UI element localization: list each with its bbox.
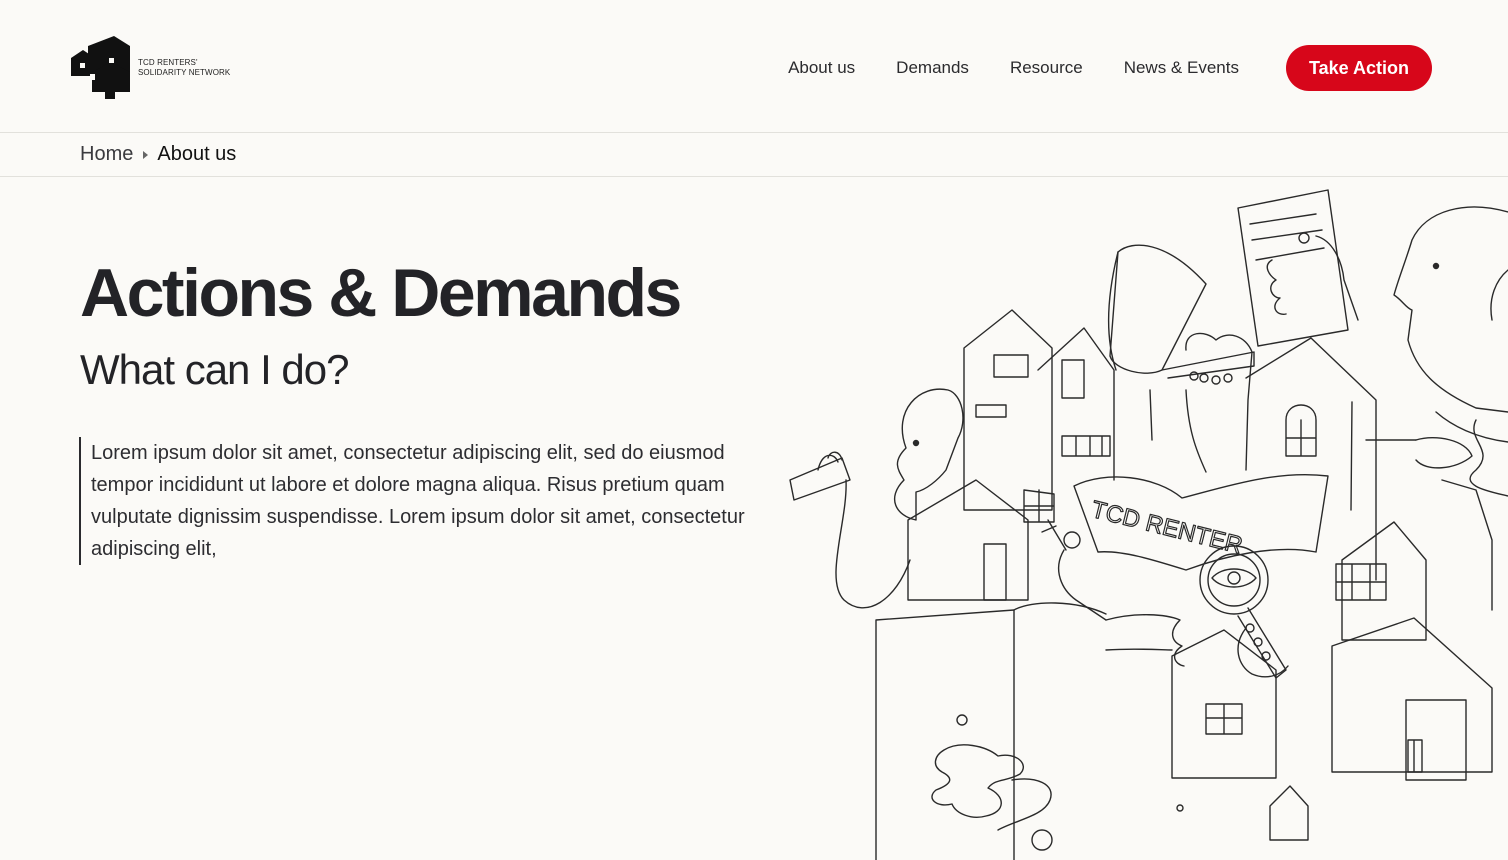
- banner-text: TCD RENTER: [1089, 496, 1246, 560]
- nav-news-events[interactable]: News & Events: [1124, 58, 1239, 78]
- nav-about-us[interactable]: About us: [788, 58, 855, 78]
- take-action-button[interactable]: Take Action: [1285, 45, 1432, 91]
- breadcrumb-caret-icon: [143, 150, 149, 159]
- breadcrumb: Home About us: [80, 143, 236, 166]
- page-subtitle: What can I do?: [80, 346, 349, 393]
- breadcrumb-bar: Home About us: [0, 132, 1508, 177]
- renters-illustration: TCD RENTER: [789, 189, 1508, 860]
- nav-resource[interactable]: Resource: [1010, 58, 1083, 78]
- brand-line-2: SOLIDARITY NETWORK: [138, 68, 231, 77]
- brand-line-1: TCD RENTERS': [138, 58, 198, 67]
- nav-demands[interactable]: Demands: [896, 58, 969, 78]
- intro-paragraph: Lorem ipsum dolor sit amet, consectetur …: [79, 437, 751, 565]
- site-header: TCD RENTERS' SOLIDARITY NETWORK About us…: [0, 0, 1508, 132]
- breadcrumb-current: About us: [157, 143, 237, 165]
- page-title: Actions & Demands: [80, 255, 682, 331]
- breadcrumb-home-link[interactable]: Home: [80, 143, 133, 166]
- logo-text: TCD RENTERS' SOLIDARITY NETWORK: [138, 58, 230, 78]
- logo-link[interactable]: TCD RENTERS' SOLIDARITY NETWORK: [70, 36, 230, 100]
- houses-logo-icon: [71, 36, 130, 99]
- main-nav: About us Demands Resource News & Events …: [788, 45, 1432, 91]
